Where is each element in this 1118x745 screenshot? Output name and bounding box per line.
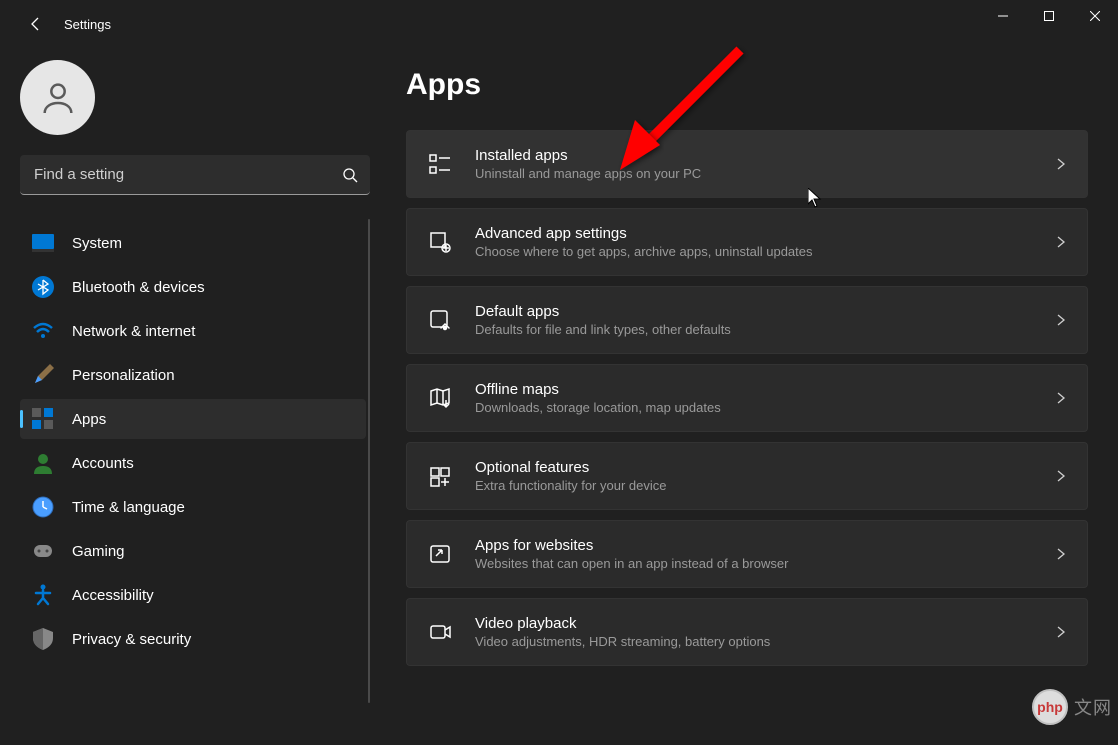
- nav-label: Accessibility: [72, 587, 154, 604]
- card-apps-for-websites[interactable]: Apps for websites Websites that can open…: [406, 520, 1088, 588]
- window-controls: [980, 0, 1118, 32]
- app-settings-icon: [427, 229, 453, 255]
- card-content: Installed apps Uninstall and manage apps…: [475, 147, 1055, 181]
- card-title: Advanced app settings: [475, 225, 1055, 242]
- card-subtitle: Downloads, storage location, map updates: [475, 400, 1055, 415]
- nav-label: Accounts: [72, 455, 134, 472]
- chevron-right-icon: [1055, 548, 1067, 560]
- video-icon: [427, 619, 453, 645]
- card-title: Apps for websites: [475, 537, 1055, 554]
- maximize-button[interactable]: [1026, 0, 1072, 32]
- default-apps-icon: [427, 307, 453, 333]
- card-subtitle: Video adjustments, HDR streaming, batter…: [475, 634, 1055, 649]
- watermark-logo: php: [1032, 689, 1068, 725]
- close-button[interactable]: [1072, 0, 1118, 32]
- nav-label: Apps: [72, 411, 106, 428]
- apps-icon: [32, 408, 54, 430]
- nav-list: System Bluetooth & devices Network & int…: [20, 219, 380, 733]
- sidebar-item-bluetooth[interactable]: Bluetooth & devices: [20, 267, 366, 307]
- chevron-right-icon: [1055, 158, 1067, 170]
- card-installed-apps[interactable]: Installed apps Uninstall and manage apps…: [406, 130, 1088, 198]
- card-content: Advanced app settings Choose where to ge…: [475, 225, 1055, 259]
- nav-label: Personalization: [72, 367, 175, 384]
- maximize-icon: [1044, 11, 1054, 21]
- bluetooth-icon: [32, 276, 54, 298]
- minimize-icon: [998, 11, 1008, 21]
- sidebar-item-network[interactable]: Network & internet: [20, 311, 366, 351]
- watermark: php 文网: [1032, 689, 1112, 725]
- brush-icon: [32, 364, 54, 386]
- card-default-apps[interactable]: Default apps Defaults for file and link …: [406, 286, 1088, 354]
- card-title: Video playback: [475, 615, 1055, 632]
- sidebar-item-accessibility[interactable]: Accessibility: [20, 575, 366, 615]
- sidebar-item-personalization[interactable]: Personalization: [20, 355, 366, 395]
- back-button[interactable]: [16, 4, 56, 44]
- card-content: Optional features Extra functionality fo…: [475, 459, 1055, 493]
- card-content: Video playback Video adjustments, HDR st…: [475, 615, 1055, 649]
- page-title: Apps: [406, 68, 1088, 102]
- user-avatar[interactable]: [20, 60, 95, 135]
- map-download-icon: [427, 385, 453, 411]
- sidebar-item-time-language[interactable]: Time & language: [20, 487, 366, 527]
- nav-label: Bluetooth & devices: [72, 279, 205, 296]
- system-icon: [32, 232, 54, 254]
- chevron-right-icon: [1055, 626, 1067, 638]
- app-title: Settings: [64, 17, 111, 32]
- close-icon: [1090, 11, 1100, 21]
- accessibility-icon: [32, 584, 54, 606]
- nav-label: Time & language: [72, 499, 185, 516]
- chevron-right-icon: [1055, 392, 1067, 404]
- optional-features-icon: [427, 463, 453, 489]
- sidebar-item-apps[interactable]: Apps: [20, 399, 366, 439]
- user-icon: [38, 78, 78, 118]
- card-title: Installed apps: [475, 147, 1055, 164]
- card-content: Offline maps Downloads, storage location…: [475, 381, 1055, 415]
- nav-label: System: [72, 235, 122, 252]
- clock-globe-icon: [32, 496, 54, 518]
- card-content: Apps for websites Websites that can open…: [475, 537, 1055, 571]
- card-subtitle: Choose where to get apps, archive apps, …: [475, 244, 1055, 259]
- card-advanced-app-settings[interactable]: Advanced app settings Choose where to ge…: [406, 208, 1088, 276]
- sidebar-item-privacy[interactable]: Privacy & security: [20, 619, 366, 659]
- card-optional-features[interactable]: Optional features Extra functionality fo…: [406, 442, 1088, 510]
- search-input[interactable]: [20, 155, 370, 195]
- chevron-right-icon: [1055, 470, 1067, 482]
- card-title: Default apps: [475, 303, 1055, 320]
- nav-label: Privacy & security: [72, 631, 191, 648]
- main-content: Apps Installed apps Uninstall and manage…: [380, 48, 1118, 745]
- card-content: Default apps Defaults for file and link …: [475, 303, 1055, 337]
- sidebar-item-accounts[interactable]: Accounts: [20, 443, 366, 483]
- card-subtitle: Websites that can open in an app instead…: [475, 556, 1055, 571]
- person-icon: [32, 452, 54, 474]
- card-offline-maps[interactable]: Offline maps Downloads, storage location…: [406, 364, 1088, 432]
- gamepad-icon: [32, 540, 54, 562]
- minimize-button[interactable]: [980, 0, 1026, 32]
- card-title: Offline maps: [475, 381, 1055, 398]
- watermark-text: 文网: [1074, 694, 1112, 720]
- sidebar-item-gaming[interactable]: Gaming: [20, 531, 366, 571]
- card-subtitle: Extra functionality for your device: [475, 478, 1055, 493]
- nav-label: Gaming: [72, 543, 125, 560]
- chevron-right-icon: [1055, 314, 1067, 326]
- card-title: Optional features: [475, 459, 1055, 476]
- sidebar-item-system[interactable]: System: [20, 223, 366, 263]
- titlebar: Settings: [0, 0, 1118, 48]
- shield-icon: [32, 628, 54, 650]
- card-subtitle: Defaults for file and link types, other …: [475, 322, 1055, 337]
- back-arrow-icon: [28, 16, 44, 32]
- chevron-right-icon: [1055, 236, 1067, 248]
- sidebar: System Bluetooth & devices Network & int…: [0, 48, 380, 745]
- search-box: [20, 155, 370, 195]
- wifi-icon: [32, 320, 54, 342]
- installed-apps-icon: [427, 151, 453, 177]
- card-video-playback[interactable]: Video playback Video adjustments, HDR st…: [406, 598, 1088, 666]
- search-icon: [342, 167, 358, 183]
- apps-websites-icon: [427, 541, 453, 567]
- nav-label: Network & internet: [72, 323, 195, 340]
- card-subtitle: Uninstall and manage apps on your PC: [475, 166, 1055, 181]
